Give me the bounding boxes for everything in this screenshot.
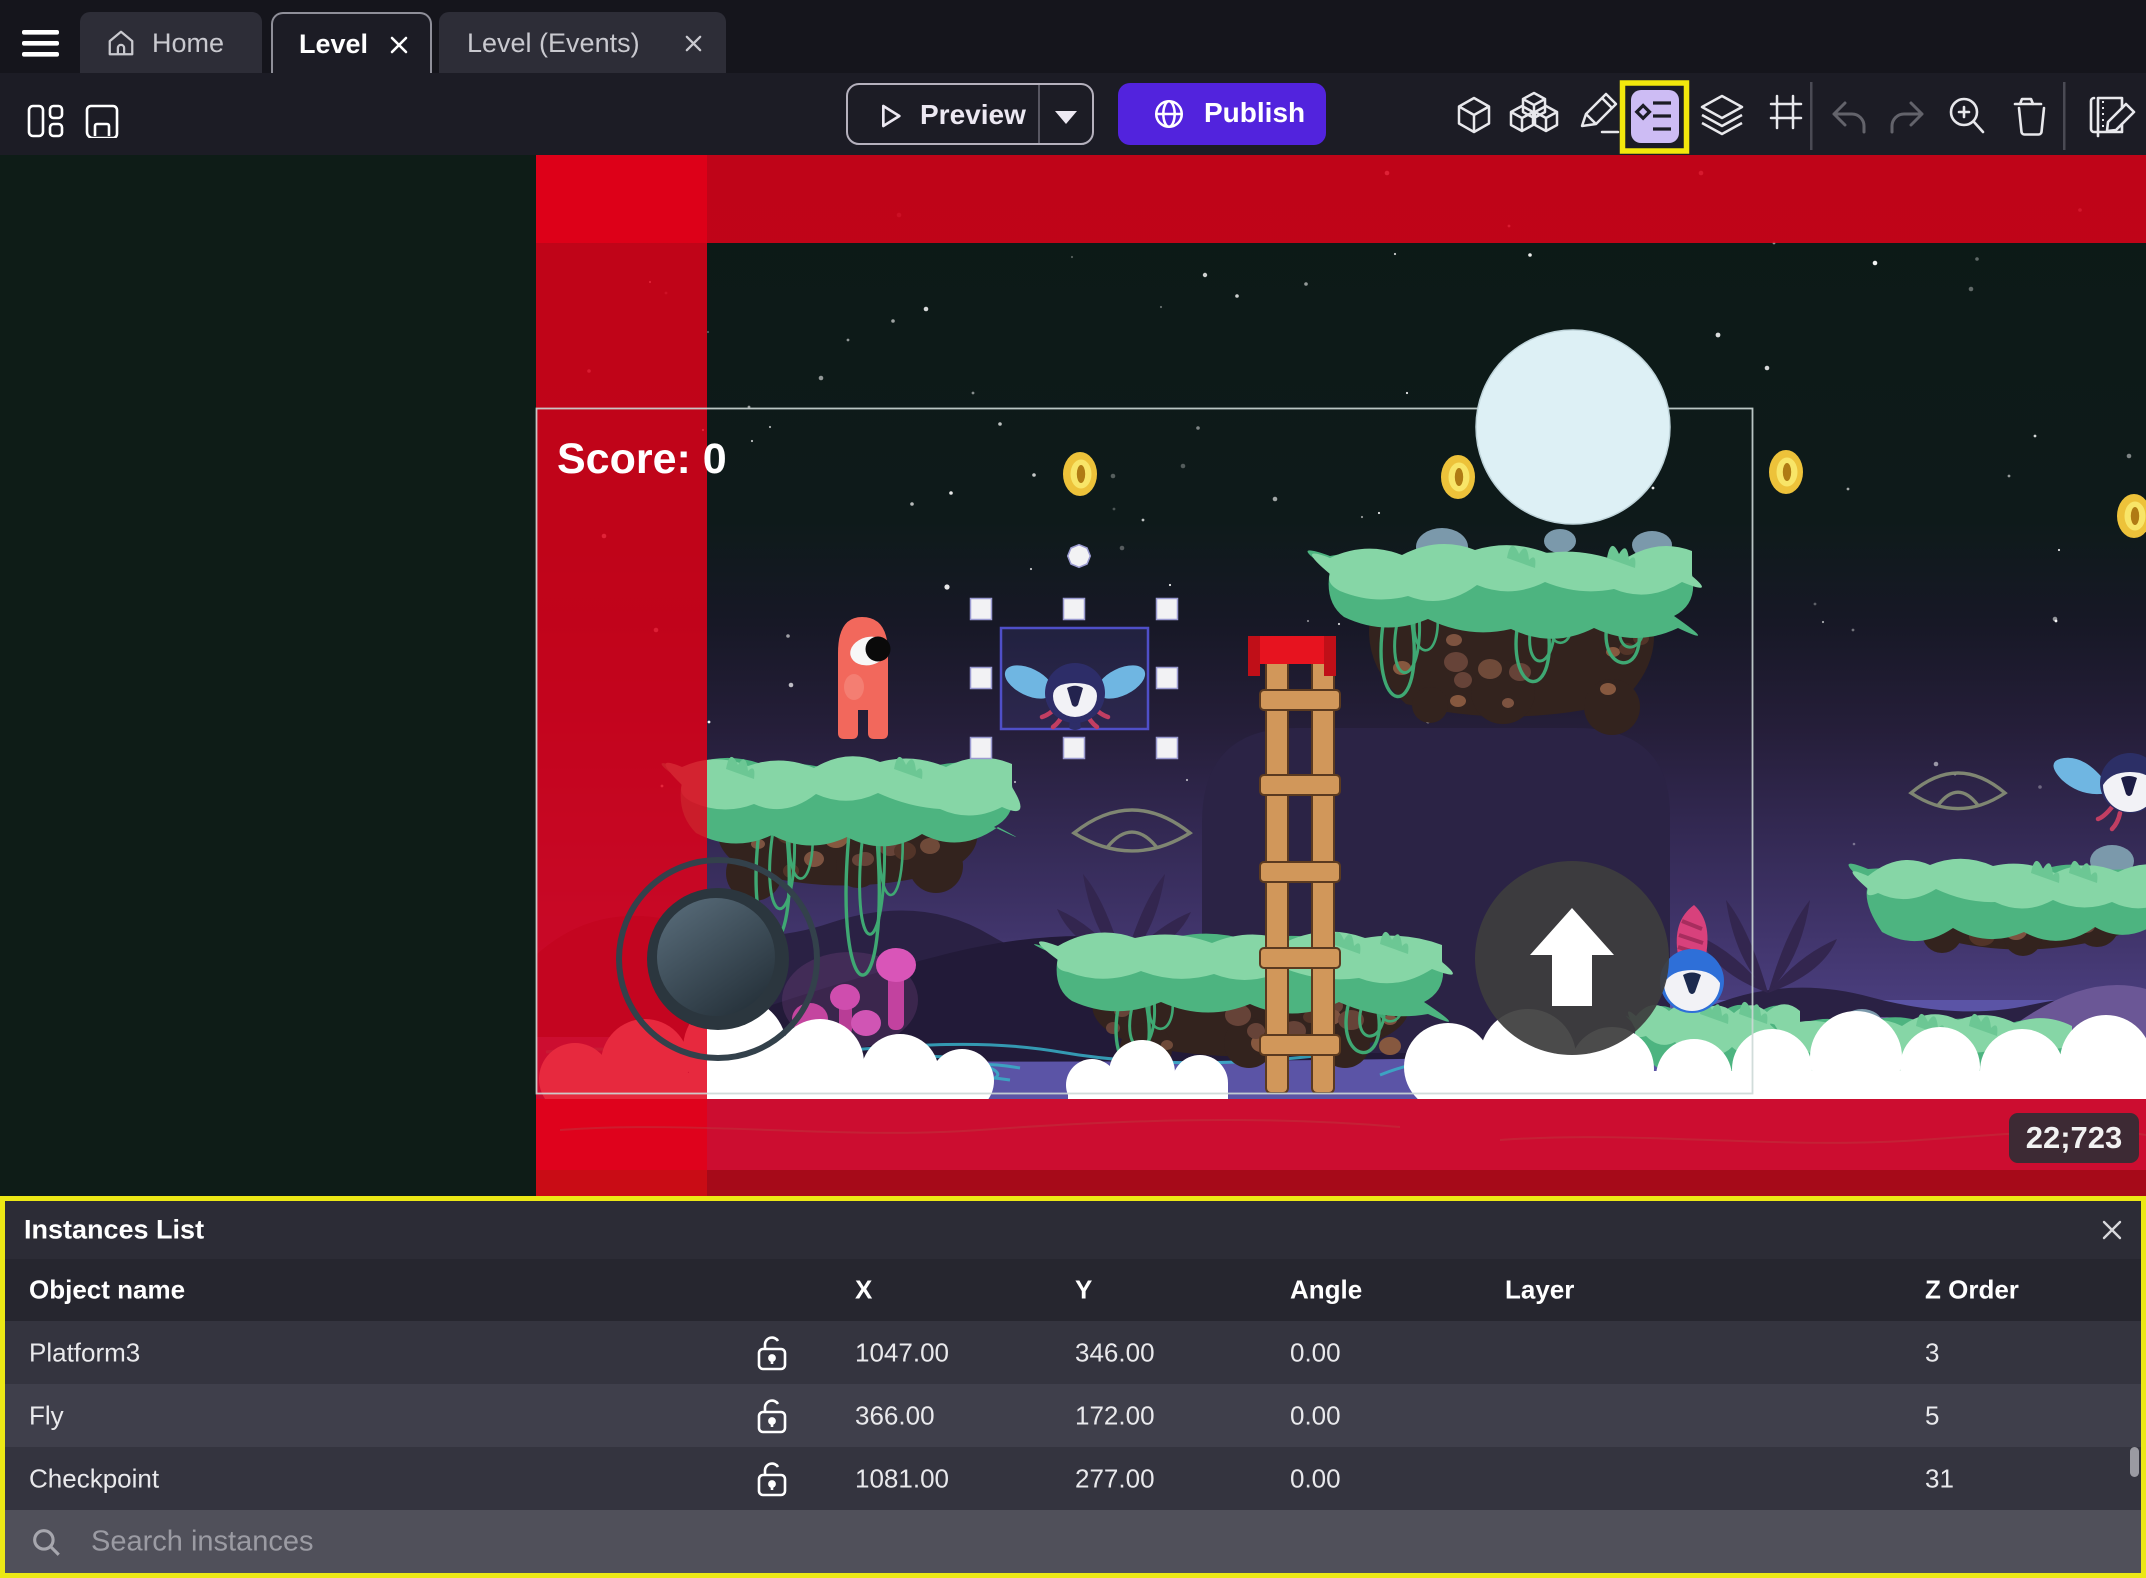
svg-text:Score: 0: Score: 0 xyxy=(557,435,727,483)
svg-text:22;723: 22;723 xyxy=(2026,1120,2123,1155)
